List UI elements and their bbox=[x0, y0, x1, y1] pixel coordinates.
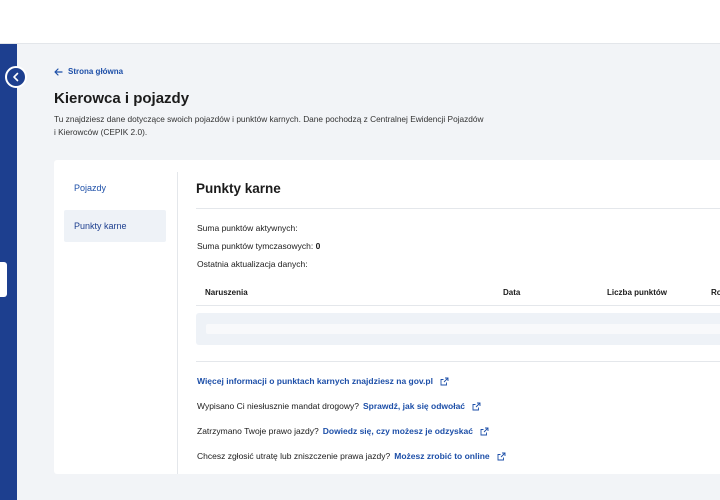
active-points-label: Suma punktów aktywnych: bbox=[197, 223, 298, 233]
info-link-prefix-3: Zatrzymano Twoje prawo jazdy? bbox=[197, 426, 319, 436]
info-link-row-3: Zatrzymano Twoje prawo jazdy? Dowiedz si… bbox=[197, 426, 489, 436]
external-link-icon bbox=[497, 452, 506, 460]
collapse-sidebar-button[interactable] bbox=[5, 66, 27, 88]
top-bar bbox=[0, 0, 720, 44]
table-header-liczba-punktow: Liczba punktów bbox=[607, 288, 667, 297]
temp-points-label: Suma punktów tymczasowych: bbox=[197, 241, 314, 251]
temp-points-value: 0 bbox=[315, 241, 321, 251]
section-title-divider bbox=[196, 208, 720, 209]
page-description-line-2: i Kierowców (CEPIK 2.0). bbox=[54, 127, 148, 137]
table-header-divider bbox=[196, 305, 720, 306]
section-title: Punkty karne bbox=[196, 181, 281, 196]
info-link-prefix-2: Wypisano Ci niesłusznie mandat drogowy? bbox=[197, 401, 359, 411]
report-loss-online-link[interactable]: Możesz zrobić to online bbox=[394, 451, 489, 461]
info-link-prefix-4: Chcesz zgłosić utratę lub zniszczenie pr… bbox=[197, 451, 391, 461]
external-link-icon bbox=[472, 402, 481, 410]
arrow-left-icon bbox=[54, 67, 63, 76]
appeal-ticket-link[interactable]: Sprawdź, jak się odwołać bbox=[363, 401, 465, 411]
table-header-ro: Ro bbox=[711, 288, 720, 297]
info-link-row-2: Wypisano Ci niesłusznie mandat drogowy? … bbox=[197, 401, 481, 411]
rail-tab[interactable] bbox=[0, 262, 7, 297]
page-description: Tu znajdziesz dane dotyczące swoich poja… bbox=[54, 113, 554, 139]
info-link-row-1: Więcej informacji o punktach karnych zna… bbox=[197, 376, 449, 386]
external-link-icon bbox=[480, 427, 489, 435]
external-link-icon bbox=[440, 377, 449, 385]
table-header-naruszenia: Naruszenia bbox=[205, 288, 248, 297]
nav-item-pojazdy[interactable]: Pojazdy bbox=[64, 172, 166, 204]
more-info-link[interactable]: Więcej informacji o punktach karnych zna… bbox=[197, 376, 433, 386]
page-title: Kierowca i pojazdy bbox=[54, 90, 190, 107]
info-link-row-4: Chcesz zgłosić utratę lub zniszczenie pr… bbox=[197, 451, 506, 461]
content-card: Pojazdy Punkty karne Punkty karne Suma p… bbox=[54, 160, 720, 474]
back-link[interactable]: Strona główna bbox=[54, 67, 123, 76]
section-nav: Pojazdy Punkty karne bbox=[64, 172, 166, 248]
nav-item-punkty-karne[interactable]: Punkty karne bbox=[64, 210, 166, 242]
table-header-data: Data bbox=[503, 288, 521, 297]
loading-bar bbox=[206, 324, 720, 334]
nav-divider bbox=[177, 172, 178, 474]
chevron-left-icon bbox=[13, 72, 19, 82]
page-description-line-1: Tu znajdziesz dane dotyczące swoich poja… bbox=[54, 114, 484, 124]
table-row-placeholder bbox=[196, 313, 720, 345]
last-update-label: Ostatnia aktualizacja danych: bbox=[197, 259, 308, 269]
recover-license-link[interactable]: Dowiedz się, czy możesz je odzyskać bbox=[323, 426, 473, 436]
temp-points-row: Suma punktów tymczasowych: 0 bbox=[197, 241, 320, 251]
back-link-label: Strona główna bbox=[68, 67, 124, 76]
table-bottom-divider bbox=[196, 361, 720, 362]
